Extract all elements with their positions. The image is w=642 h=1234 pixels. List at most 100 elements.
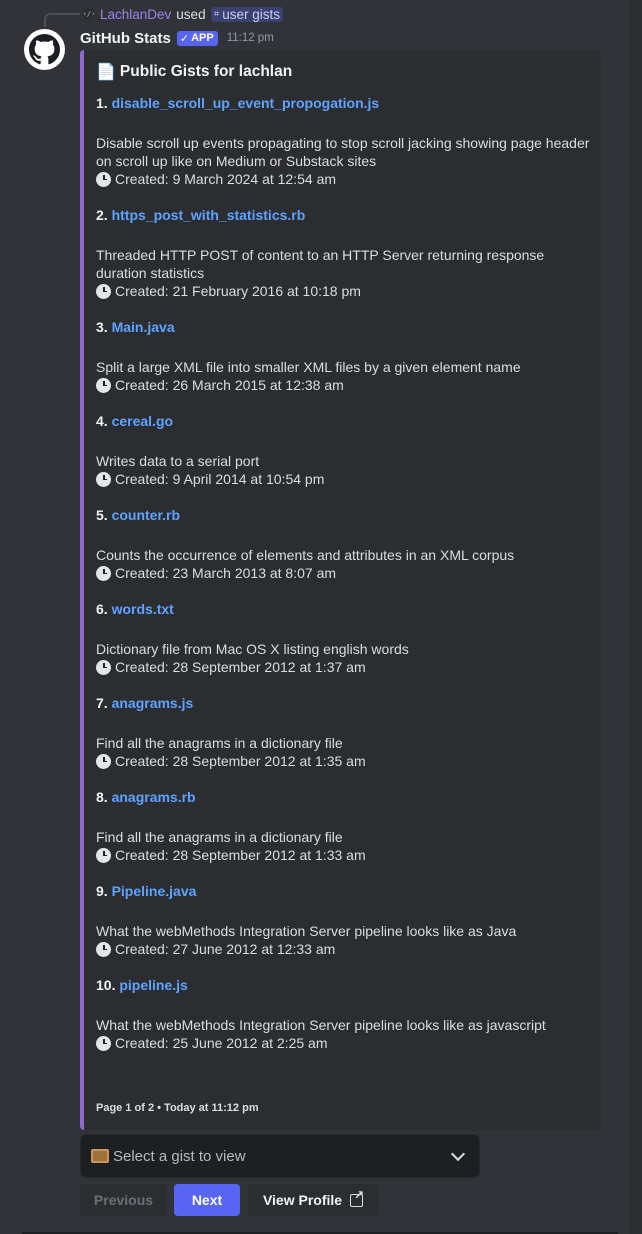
gist-link[interactable]: counter.rb xyxy=(112,507,180,523)
clock-icon xyxy=(96,659,111,675)
gist-link[interactable]: https_post_with_statistics.rb xyxy=(112,207,306,223)
clock-icon xyxy=(96,565,111,581)
gist-created: Created: 26 March 2015 at 12:38 am xyxy=(96,376,592,394)
view-profile-button[interactable]: View Profile xyxy=(248,1184,378,1216)
gist-created: Created: 9 March 2024 at 12:54 am xyxy=(96,170,592,188)
clock-icon xyxy=(96,283,111,299)
gist-created: Created: 25 June 2012 at 2:25 am xyxy=(96,1034,592,1052)
gist-item: 9. Pipeline.java What the webMethods Inte… xyxy=(96,882,592,958)
gist-number: 9. xyxy=(96,883,108,899)
scrollbar-track[interactable] xyxy=(630,0,642,1234)
gist-created: Created: 9 April 2014 at 10:54 pm xyxy=(96,470,592,488)
next-button[interactable]: Next xyxy=(174,1184,240,1216)
clock-icon xyxy=(96,941,111,957)
view-profile-label: View Profile xyxy=(262,1192,343,1208)
command-name: user gists xyxy=(222,6,280,22)
gist-number: 8. xyxy=(96,789,108,805)
gist-description: Split a large XML file into smaller XML … xyxy=(96,359,521,375)
gist-created-text: Created: 27 June 2012 at 12:33 am xyxy=(115,941,336,957)
gist-link[interactable]: Main.java xyxy=(112,319,175,335)
gist-description: Threaded HTTP POST of content to an HTTP… xyxy=(96,247,545,281)
reply-used-text: used xyxy=(176,6,206,22)
gist-heading: 8. anagrams.rb xyxy=(96,788,592,806)
gist-number: 10. xyxy=(96,977,116,993)
embed-title: 📄 Public Gists for lachlan xyxy=(96,62,292,82)
gist-created: Created: 21 February 2016 at 10:18 pm xyxy=(96,282,592,300)
gist-created-text: Created: 9 March 2024 at 12:54 am xyxy=(115,171,337,187)
gist-link[interactable]: anagrams.js xyxy=(112,695,194,711)
verified-check-icon: ✓ xyxy=(179,32,190,45)
gist-created-text: Created: 9 April 2014 at 10:54 pm xyxy=(115,471,325,487)
user-mini-avatar[interactable]: ‹/› xyxy=(83,8,95,20)
gist-link[interactable]: Pipeline.java xyxy=(112,883,197,899)
gist-created: Created: 28 September 2012 at 1:33 am xyxy=(96,846,592,864)
gist-number: 7. xyxy=(96,695,108,711)
gist-link[interactable]: cereal.go xyxy=(112,413,173,429)
bot-name[interactable]: GitHub Stats xyxy=(80,30,171,47)
gist-number: 2. xyxy=(96,207,108,223)
reply-connector xyxy=(44,13,80,27)
gist-created-text: Created: 25 June 2012 at 2:25 am xyxy=(115,1035,328,1051)
github-icon xyxy=(29,34,60,65)
gist-heading: 7. anagrams.js xyxy=(96,694,592,712)
gist-created-text: Created: 21 February 2016 at 10:18 pm xyxy=(115,283,361,299)
gist-created-text: Created: 28 September 2012 at 1:35 am xyxy=(115,753,366,769)
gist-description: Counts the occurrence of elements and at… xyxy=(96,547,515,563)
clock-icon xyxy=(96,753,111,769)
gist-heading: 1. disable_scroll_up_event_propogation.j… xyxy=(96,94,592,112)
gist-list: 1. disable_scroll_up_event_propogation.j… xyxy=(96,94,592,1070)
gist-created: Created: 28 September 2012 at 1:35 am xyxy=(96,752,592,770)
gist-link[interactable]: pipeline.js xyxy=(119,977,187,993)
app-badge-label: APP xyxy=(191,32,214,44)
gist-item: 10. pipeline.js What the webMethods Integ… xyxy=(96,976,592,1052)
gist-heading: 4. cereal.go xyxy=(96,412,592,430)
gist-select[interactable]: Select a gist to view xyxy=(80,1134,480,1178)
gist-description: What the webMethods Integration Server p… xyxy=(96,1017,546,1033)
clock-icon xyxy=(96,1035,111,1051)
previous-button[interactable]: Previous xyxy=(80,1184,167,1216)
gist-created: Created: 28 September 2012 at 1:37 am xyxy=(96,658,592,676)
next-label: Next xyxy=(191,1192,223,1208)
gist-heading: 6. words.txt xyxy=(96,600,592,618)
gists-embed: 📄 Public Gists for lachlan 1. disable_sc… xyxy=(80,50,601,1130)
gist-created-text: Created: 28 September 2012 at 1:37 am xyxy=(115,659,366,675)
embed-title-text: Public Gists for lachlan xyxy=(119,63,293,80)
app-badge: ✓ APP xyxy=(176,30,218,46)
gist-number: 1. xyxy=(96,95,108,111)
clock-icon xyxy=(96,377,111,393)
external-link-icon xyxy=(350,1188,364,1207)
gist-item: 4. cereal.go Writes data to a serial port… xyxy=(96,412,592,488)
command-reply[interactable]: ‹/› LachlanDev used ⌗ user gists xyxy=(83,6,283,22)
gist-heading: 9. Pipeline.java xyxy=(96,882,592,900)
slash-command[interactable]: ⌗ user gists xyxy=(210,6,283,22)
command-icon: ⌗ xyxy=(213,8,220,20)
previous-label: Previous xyxy=(93,1192,154,1208)
gist-description: Find all the anagrams in a dictionary fi… xyxy=(96,735,343,751)
select-placeholder: Select a gist to view xyxy=(113,1147,246,1165)
gist-heading: 5. counter.rb xyxy=(96,506,592,524)
gist-created: Created: 23 March 2013 at 8:07 am xyxy=(96,564,592,582)
gist-link[interactable]: anagrams.rb xyxy=(112,789,196,805)
gist-heading: 3. Main.java xyxy=(96,318,592,336)
chevron-down-icon xyxy=(450,1146,466,1162)
gist-number: 4. xyxy=(96,413,108,429)
document-icon: 📄 xyxy=(96,64,116,81)
scroll-icon xyxy=(91,1149,109,1163)
gist-link[interactable]: disable_scroll_up_event_propogation.js xyxy=(112,95,380,111)
gist-number: 6. xyxy=(96,601,108,617)
clock-icon xyxy=(96,171,111,187)
gist-created-text: Created: 26 March 2015 at 12:38 am xyxy=(115,377,344,393)
gist-heading: 2. https_post_with_statistics.rb xyxy=(96,206,592,224)
message-header: GitHub Stats ✓ APP 11:12 pm xyxy=(80,29,274,47)
gist-number: 5. xyxy=(96,507,108,523)
gist-item: 2. https_post_with_statistics.rb Threaded… xyxy=(96,206,592,300)
message-timestamp[interactable]: 11:12 pm xyxy=(227,32,274,44)
gist-item: 7. anagrams.js Find all the anagrams in a… xyxy=(96,694,592,770)
embed-footer: Page 1 of 2 • Today at 11:12 pm xyxy=(96,1102,259,1114)
bot-avatar[interactable] xyxy=(24,29,65,70)
gist-description: Dictionary file from Mac OS X listing en… xyxy=(96,641,409,657)
gist-heading: 10. pipeline.js xyxy=(96,976,592,994)
reply-username[interactable]: LachlanDev xyxy=(100,7,171,22)
gist-link[interactable]: words.txt xyxy=(112,601,174,617)
chat-area: ‹/› LachlanDev used ⌗ user gists GitHub … xyxy=(0,0,630,1234)
